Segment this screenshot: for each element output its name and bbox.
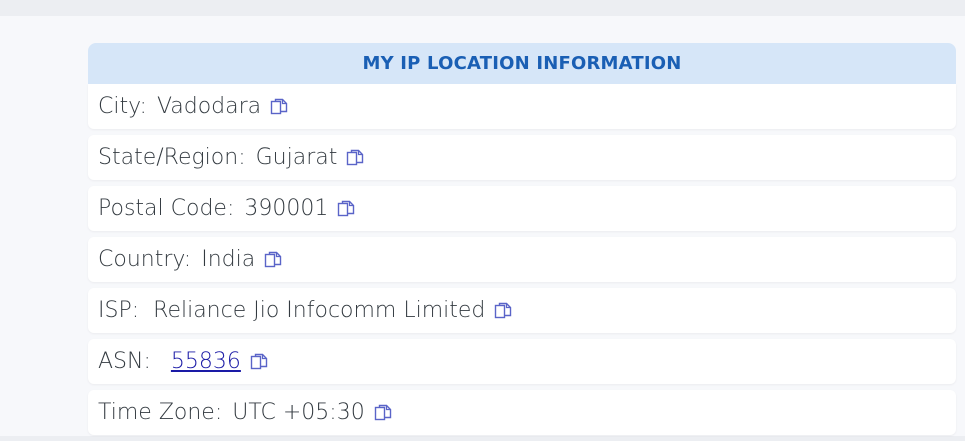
isp-label: ISP:: [98, 298, 140, 323]
postal-code-label: Postal Code:: [98, 196, 235, 221]
copy-icon[interactable]: [249, 352, 269, 372]
isp-value: Reliance Jio Infocomm Limited: [153, 298, 486, 323]
copy-icon[interactable]: [373, 403, 393, 423]
postal-code-value: 390001: [244, 196, 329, 221]
asn-link[interactable]: 55836: [171, 349, 241, 374]
state-region-label: State/Region:: [98, 145, 246, 170]
row-city: City: Vadodara: [88, 84, 956, 129]
card-title: MY IP LOCATION INFORMATION: [88, 43, 956, 84]
city-label: City:: [98, 94, 147, 119]
time-zone-value: UTC +05:30: [232, 400, 365, 425]
copy-icon[interactable]: [336, 199, 356, 219]
copy-icon[interactable]: [269, 97, 289, 117]
state-region-value: Gujarat: [255, 145, 338, 170]
row-country: Country: India: [88, 237, 956, 282]
row-isp: ISP: Reliance Jio Infocomm Limited: [88, 288, 956, 333]
row-state-region: State/Region: Gujarat: [88, 135, 956, 180]
asn-label: ASN:: [98, 349, 151, 374]
ip-location-card: MY IP LOCATION INFORMATION City: Vadodar…: [88, 43, 956, 441]
row-asn: ASN: 55836: [88, 339, 956, 384]
country-label: Country:: [98, 247, 192, 272]
time-zone-label: Time Zone:: [98, 400, 223, 425]
row-time-zone: Time Zone: UTC +05:30: [88, 390, 956, 435]
copy-icon[interactable]: [345, 148, 365, 168]
city-value: Vadodara: [156, 94, 262, 119]
copy-icon[interactable]: [493, 301, 513, 321]
copy-icon[interactable]: [263, 250, 283, 270]
country-value: India: [201, 247, 256, 272]
row-postal-code: Postal Code: 390001: [88, 186, 956, 231]
page-background: MY IP LOCATION INFORMATION City: Vadodar…: [0, 16, 965, 436]
